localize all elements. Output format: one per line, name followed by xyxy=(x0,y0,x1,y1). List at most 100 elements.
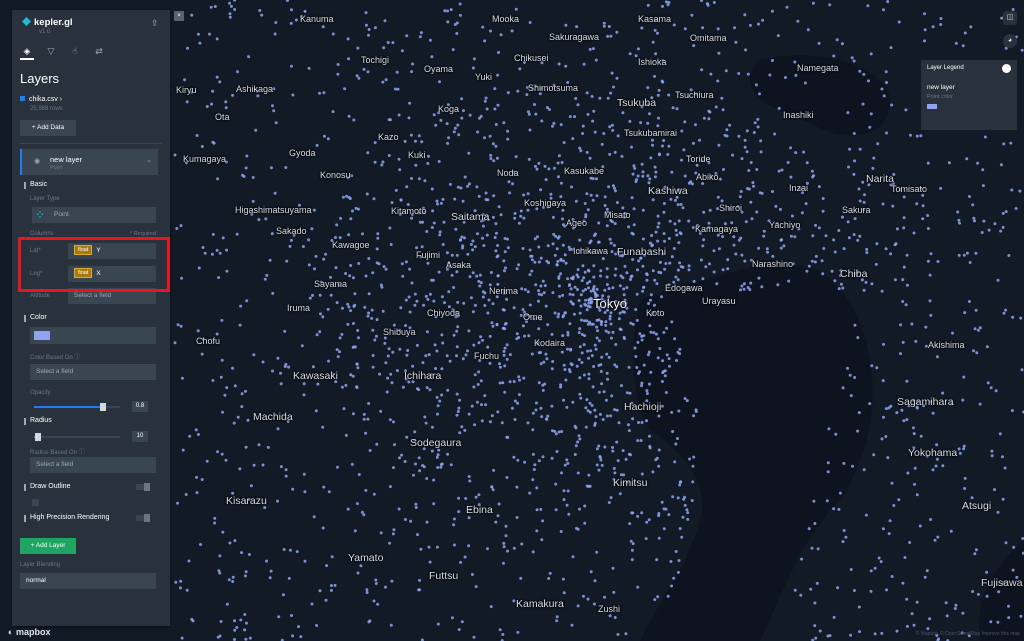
data-point xyxy=(516,458,520,462)
data-point xyxy=(173,341,177,345)
data-point xyxy=(793,235,797,239)
place-label: Fuchu xyxy=(474,351,500,361)
data-point xyxy=(415,299,419,303)
data-point xyxy=(915,134,919,138)
chevron-down-icon[interactable]: ⌄ xyxy=(146,156,152,164)
outline-checkbox[interactable] xyxy=(32,499,39,506)
opacity-value[interactable]: 0.8 xyxy=(132,401,148,412)
data-point xyxy=(590,95,594,98)
data-point xyxy=(901,581,905,585)
layer-header[interactable]: ◉ new layer Point ⌄ xyxy=(20,149,158,175)
data-point xyxy=(1002,142,1006,146)
split-map-icon[interactable]: ◫ xyxy=(1003,11,1017,25)
data-point xyxy=(348,274,352,278)
data-point xyxy=(393,87,397,91)
place-label: Ome xyxy=(523,312,543,322)
place-label: Tsukubamirai xyxy=(624,128,678,138)
data-point xyxy=(862,288,866,292)
data-point xyxy=(489,153,493,157)
data-point xyxy=(451,48,455,52)
data-point xyxy=(868,402,872,406)
place-label: Fujimi xyxy=(416,250,440,260)
data-point xyxy=(472,343,476,347)
mapbox-logo[interactable]: ◐ mapbox xyxy=(8,627,50,637)
draw-outline-toggle[interactable] xyxy=(136,483,150,491)
data-point xyxy=(483,394,487,398)
data-point xyxy=(739,236,743,240)
add-data-button[interactable]: + Add Data xyxy=(20,120,76,136)
data-point xyxy=(490,414,494,418)
data-point xyxy=(516,630,520,634)
data-point xyxy=(771,190,774,193)
data-point xyxy=(446,141,450,145)
data-point xyxy=(216,450,220,454)
color-swatch[interactable] xyxy=(34,331,50,340)
interactions-tab-icon[interactable]: ☝ xyxy=(68,44,82,58)
data-point xyxy=(555,450,559,453)
data-point xyxy=(664,391,668,394)
data-point xyxy=(721,268,725,272)
radius-slider-handle[interactable] xyxy=(35,433,42,441)
data-point xyxy=(523,460,527,464)
layers-tab-icon[interactable]: ◈ xyxy=(20,44,34,60)
data-point xyxy=(502,349,506,353)
data-point xyxy=(953,607,957,610)
place-label: Oyama xyxy=(424,64,454,74)
high-precision-toggle[interactable] xyxy=(136,514,150,522)
data-point xyxy=(821,197,825,200)
data-point xyxy=(291,634,294,638)
share-icon[interactable]: ⇪ xyxy=(151,18,161,28)
data-point xyxy=(576,440,580,444)
data-point xyxy=(352,322,355,325)
data-point xyxy=(585,91,589,95)
data-point xyxy=(457,406,461,410)
data-point xyxy=(290,64,293,68)
map-style-tab-icon[interactable]: ⇄ xyxy=(92,44,106,58)
dataset-name[interactable]: chika.csv › xyxy=(20,96,62,103)
data-point xyxy=(569,348,573,352)
add-layer-button[interactable]: + Add Layer xyxy=(20,538,76,554)
data-point xyxy=(547,108,551,111)
data-point xyxy=(743,259,747,263)
data-point xyxy=(535,508,539,512)
place-label: Tsukuba xyxy=(617,97,657,109)
data-point xyxy=(534,283,538,287)
data-point xyxy=(667,93,671,97)
data-point xyxy=(600,463,604,467)
layer-blending-select[interactable]: normal xyxy=(20,573,156,589)
data-point xyxy=(832,615,836,619)
data-point xyxy=(392,420,395,424)
radius-value[interactable]: 10 xyxy=(132,431,148,442)
filters-tab-icon[interactable]: ▽ xyxy=(44,44,58,58)
data-point xyxy=(645,419,648,423)
data-point xyxy=(632,164,636,168)
place-label: Omitama xyxy=(690,33,727,43)
data-point xyxy=(887,406,891,410)
data-point xyxy=(517,375,521,379)
data-point xyxy=(587,377,591,381)
layer-type-select[interactable]: Point xyxy=(48,207,156,223)
opacity-slider-handle[interactable] xyxy=(99,403,106,411)
data-point xyxy=(551,242,555,246)
data-point xyxy=(211,89,215,93)
collapse-panel-button[interactable]: × xyxy=(174,11,184,21)
data-point xyxy=(379,283,383,287)
data-point xyxy=(518,67,522,71)
map-attribution[interactable]: © Mapbox © OpenStreetMap Improve this ma… xyxy=(916,631,1020,637)
place-label: Higashimatsuyama xyxy=(235,205,312,215)
color-based-on-select[interactable]: Select a field xyxy=(30,364,156,380)
radius-based-on-select[interactable]: Select a field xyxy=(30,457,156,473)
eye-icon[interactable]: ◉ xyxy=(34,157,40,165)
data-point xyxy=(352,118,356,122)
layer-name[interactable]: new layer xyxy=(50,155,82,164)
data-point xyxy=(757,246,761,250)
data-point xyxy=(624,457,628,461)
layer-legend-icon[interactable]: ◕ xyxy=(1003,34,1017,48)
legend-close-icon[interactable] xyxy=(1002,64,1011,73)
data-point xyxy=(649,298,652,302)
data-point xyxy=(608,317,612,321)
radius-slider-track[interactable] xyxy=(34,436,120,438)
data-point xyxy=(560,350,564,354)
data-point xyxy=(568,322,572,326)
data-point xyxy=(314,254,318,258)
